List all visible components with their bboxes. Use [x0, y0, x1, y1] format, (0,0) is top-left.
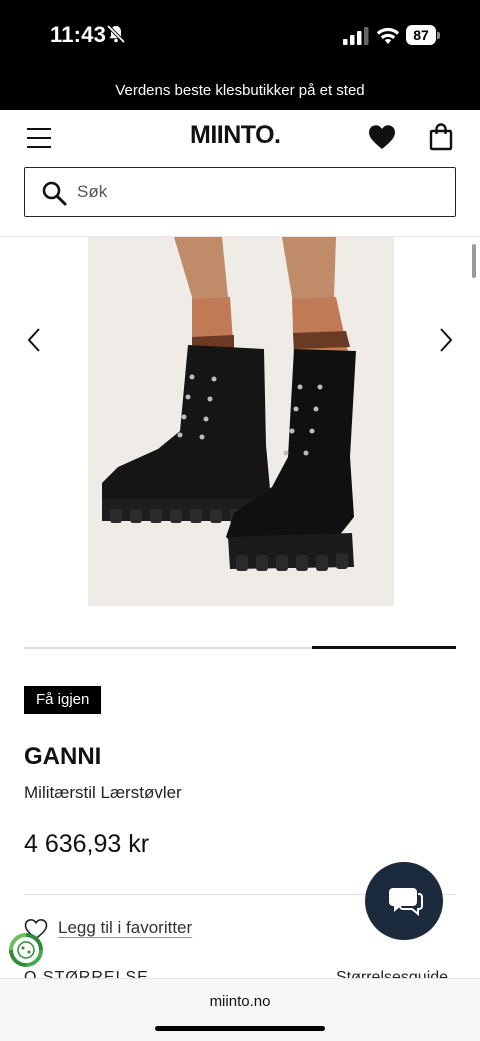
search-bar[interactable]: [24, 167, 456, 217]
menu-button[interactable]: [27, 127, 53, 149]
site-header: MIINTO.: [0, 110, 480, 166]
cashback-badge: Få igjen: [24, 686, 102, 714]
wifi-icon: [376, 27, 400, 44]
shopping-bag-icon[interactable]: [429, 123, 453, 151]
product-image[interactable]: [88, 237, 394, 606]
boots-illustration: [88, 237, 394, 606]
favorites-label: Legg til i favoritter: [58, 918, 193, 937]
chevron-right-icon[interactable]: [434, 324, 458, 356]
status-bar: 11:43 87: [0, 0, 480, 72]
battery-icon: 87: [406, 25, 440, 45]
search-icon: [42, 181, 67, 206]
chat-button[interactable]: [365, 862, 443, 940]
sustainability-icon[interactable]: [8, 932, 44, 968]
status-time: 11:43: [50, 22, 107, 47]
page-scrollbar[interactable]: [472, 244, 476, 278]
product-price: 4 636,93 kr: [24, 830, 150, 858]
search-input[interactable]: [77, 176, 437, 208]
bell-muted-icon: [106, 24, 126, 44]
chat-bubbles-icon: [389, 888, 423, 917]
chevron-left-icon[interactable]: [22, 324, 46, 356]
url-text[interactable]: miinto.no: [0, 993, 480, 1010]
product-brand[interactable]: GANNI: [24, 743, 101, 771]
size-section-label: Q STØRRELSE: [24, 969, 149, 978]
cellular-signal-icon: [343, 27, 369, 45]
gallery-progress-indicator: [312, 646, 456, 649]
battery-level: 87: [406, 25, 436, 45]
home-indicator[interactable]: [155, 1026, 325, 1031]
product-name: Militærstil Lærstøvler: [24, 783, 182, 802]
heart-icon[interactable]: [368, 124, 396, 150]
browser-address-bar[interactable]: miinto.no: [0, 978, 480, 1041]
promo-banner: Verdens beste klesbutikker på et sted: [0, 72, 480, 110]
miinto-logo[interactable]: MIINTO.: [190, 120, 281, 150]
size-guide-link[interactable]: Størrelsesguide: [336, 966, 448, 978]
